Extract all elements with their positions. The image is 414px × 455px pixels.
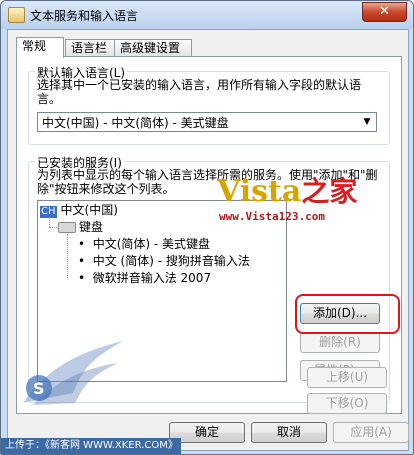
keyboard-icon [58,222,76,233]
language-label: 中文(中国) [60,203,118,217]
remove-button[interactable]: 删除(R) [300,332,380,353]
installed-services-description: 为列表中显示的每个输入语言选择所需的服务。使用"添加"和"删除"按钮来修改这个列… [37,168,378,196]
app-icon [8,7,25,23]
cancel-button[interactable]: 取消 [251,422,327,443]
tree-item[interactable]: • 中文(简体) - 美式键盘 [78,237,210,251]
tree-connector [49,217,50,227]
tree-connector [49,227,57,228]
close-button[interactable]: ✕ [362,2,407,22]
highlight-ring [295,294,400,334]
keyboard-label: 键盘 [79,220,104,234]
default-language-value: 中文(中国) - 中文(简体) - 美式键盘 [42,116,229,130]
tree-item[interactable]: • 微软拼音输入法 2007 [78,271,211,285]
wing-watermark-icon: S [23,341,123,405]
dialog-window: 文本服务和输入语言 ✕ 常规 语言栏 高级键设置 默认输入语言(L) 选择其中一… [0,0,414,455]
default-language-group: 默认输入语言(L) 选择其中一个已安装的输入语言，用作所有输入字段的默认语言。 … [28,64,390,145]
tree-node-language[interactable]: CH 中文(中国) [40,203,118,218]
tree-item-label: 中文(简体) - 美式键盘 [92,237,211,251]
move-down-button[interactable]: 下移(O) [307,393,387,414]
default-language-select[interactable]: 中文(中国) - 中文(简体) - 美式键盘 ▼ [37,112,377,132]
tree-node-keyboard[interactable]: 键盘 [58,220,103,234]
chevron-down-icon[interactable]: ▼ [360,115,374,129]
window-title: 文本服务和输入语言 [30,9,139,23]
apply-button[interactable]: 应用(A) [333,422,409,443]
tree-connector [67,234,68,278]
close-icon: ✕ [379,4,390,19]
tab-advanced-key-settings[interactable]: 高级键设置 [114,39,192,57]
tree-item-label: 微软拼音输入法 2007 [92,271,212,285]
default-language-description: 选择其中一个已安装的输入语言，用作所有输入字段的默认语言。 [37,78,362,106]
tree-item[interactable]: • 中文 (简体) - 搜狗拼音输入法 [78,254,250,268]
tab-language-bar[interactable]: 语言栏 [65,39,115,57]
tree-item-label: 中文 (简体) - 搜狗拼音输入法 [92,254,250,268]
watermark-strip: 上传于：《新客网 WWW.XKER.COM》 [1,438,181,454]
svg-text:S: S [33,379,45,398]
tab-general[interactable]: 常规 [16,37,64,58]
move-up-button[interactable]: 上移(U) [307,367,387,388]
title-bar[interactable]: 文本服务和输入语言 ✕ [1,1,413,29]
